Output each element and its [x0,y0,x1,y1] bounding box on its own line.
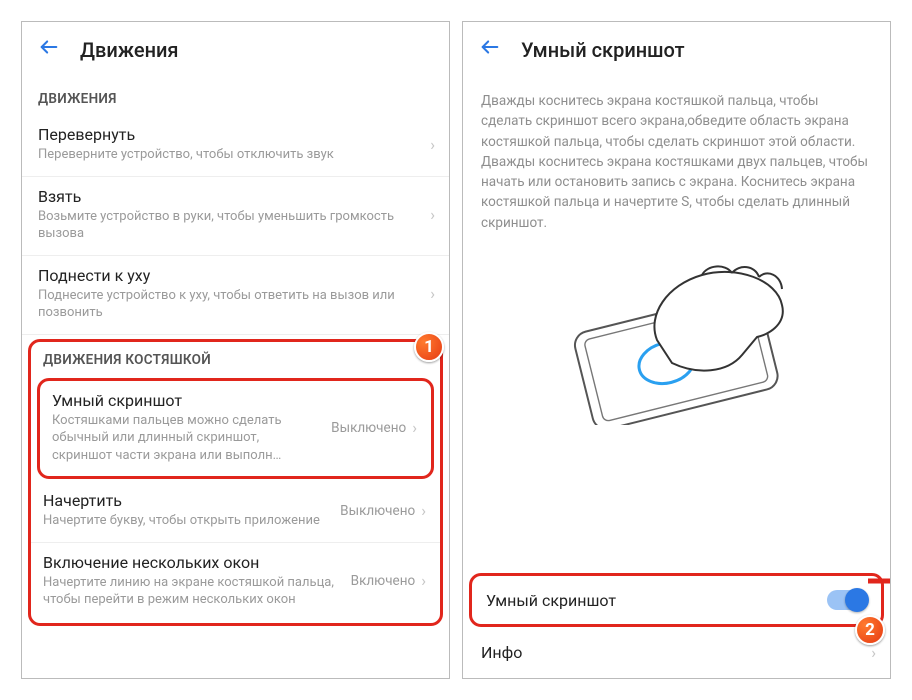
description-text: Дважды коснитесь экрана костяшкой пальца… [463,81,890,241]
row-title: Включение нескольких окон [43,553,341,572]
row-value: Выключено [331,420,406,436]
row-title: Поднести к уху [38,266,424,285]
row-desc: Переверните устройство, чтобы отключить … [38,146,424,164]
row-value: Выключено [340,503,415,519]
page-title: Умный скриншот [521,38,685,62]
row-desc: Поднесите устройство к уху, чтобы ответи… [38,287,424,322]
row-title: Взять [38,187,424,206]
row-desc: Начертите линию на экране костяшкой паль… [43,574,341,609]
step-badge-2: 2 [855,615,885,645]
row-title: Перевернуть [38,125,424,144]
knuckle-gesture-illustration [463,241,890,573]
row-info[interactable]: Инфо › [463,627,890,678]
chevron-right-icon: › [430,135,435,154]
toggle-label: Умный скриншот [486,591,827,610]
row-value: Включено [351,573,416,589]
row-title: Инфо [481,643,865,662]
chevron-right-icon: › [421,571,426,590]
row-desc: Возьмите устройство в руки, чтобы уменьш… [38,208,424,243]
chevron-right-icon: › [430,205,435,224]
appbar: Движения [22,22,449,81]
row-title: Начертить [43,491,330,510]
arrow-right-annotation-icon [868,569,891,593]
toggle-switch[interactable] [827,590,867,610]
row-smart-screenshot-toggle[interactable]: Умный скриншот [472,576,881,624]
row-title: Умный скриншот [52,391,321,410]
smart-screenshot-row-highlight: Умный скриншот Костяшками пальцев можно … [37,378,434,480]
row-raise-to-ear[interactable]: Поднести к уху Поднесите устройство к ух… [22,256,449,335]
toggle-highlight: 2 Умный скриншот [469,573,884,627]
appbar: Умный скриншот [463,22,890,81]
chevron-right-icon: › [430,284,435,303]
back-arrow-icon[interactable] [38,36,60,63]
section-header-knuckle: ДВИЖЕНИЯ КОСТЯШКОЙ [31,342,440,376]
smart-screenshot-screen: Умный скриншот Дважды коснитесь экрана к… [462,21,891,679]
chevron-right-icon: › [412,418,417,437]
row-multiwindow[interactable]: Включение нескольких окон Начертите лини… [31,543,440,621]
row-smart-screenshot[interactable]: Умный скриншот Костяшками пальцев можно … [40,381,431,477]
row-desc: Костяшками пальцев можно сделать обычный… [52,412,321,465]
row-desc: Начертите букву, чтобы открыть приложени… [43,512,330,530]
row-pickup[interactable]: Взять Возьмите устройство в руки, чтобы … [22,177,449,256]
back-arrow-icon[interactable] [479,36,501,63]
section-header-motions: ДВИЖЕНИЯ [22,81,449,115]
chevron-right-icon: › [421,501,426,520]
motions-settings-screen: Движения ДВИЖЕНИЯ Перевернуть Перевернит… [21,21,450,679]
page-title: Движения [80,38,179,62]
step-badge-1: 1 [414,332,444,362]
row-flip[interactable]: Перевернуть Переверните устройство, чтоб… [22,115,449,177]
row-draw[interactable]: Начертить Начертите букву, чтобы открыть… [31,481,440,543]
knuckle-section-highlight: 1 ДВИЖЕНИЯ КОСТЯШКОЙ Умный скриншот Кост… [28,339,443,626]
chevron-right-icon: › [871,643,876,662]
